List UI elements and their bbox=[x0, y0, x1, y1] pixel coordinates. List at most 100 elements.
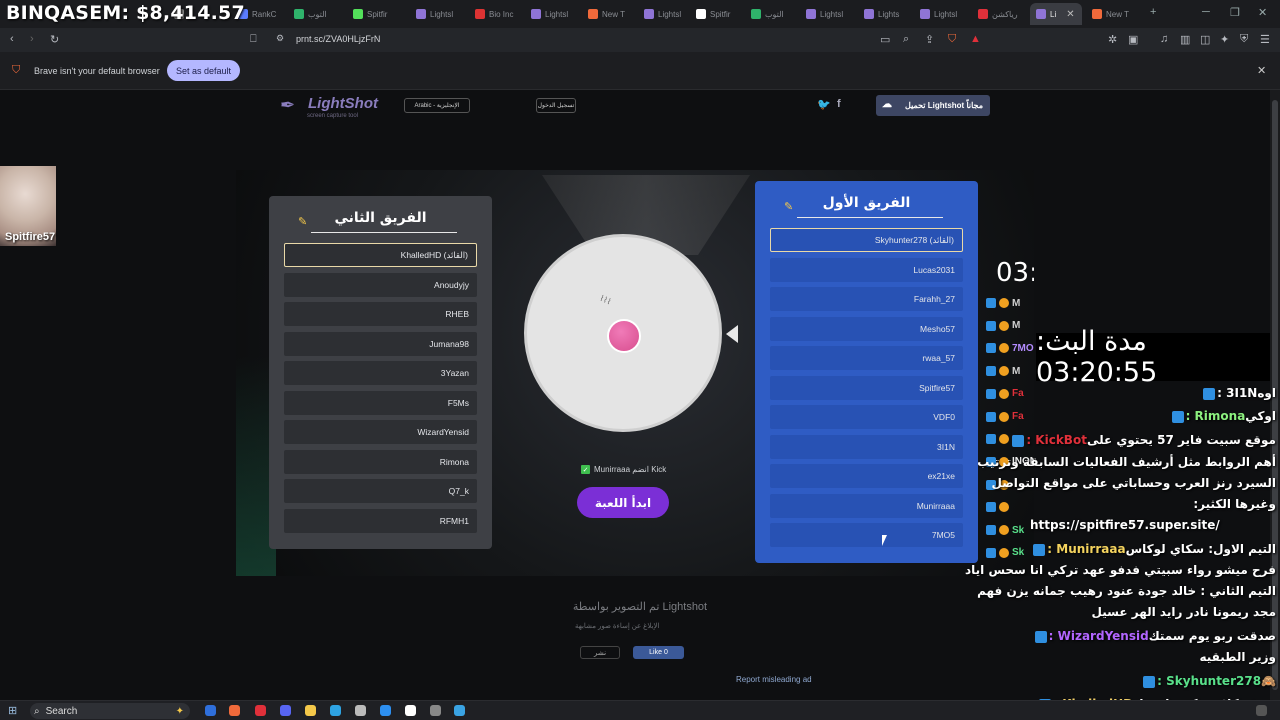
team-two-panel: ✎ الفريق الثاني KhalledHD (القائد) Anoudy… bbox=[269, 196, 492, 549]
app-icon[interactable] bbox=[430, 705, 441, 716]
extensions-icon[interactable]: ✲ bbox=[1108, 33, 1117, 46]
report-links[interactable]: الإبلاغ عن إساءة صور مشابهة bbox=[575, 622, 659, 630]
player-slot[interactable]: KhalledHD (القائد) bbox=[284, 243, 477, 267]
browser-icon[interactable] bbox=[229, 705, 240, 716]
browser-tab[interactable]: Lights bbox=[858, 3, 910, 25]
brave-icon[interactable] bbox=[255, 705, 266, 716]
close-tab-icon[interactable]: ✕ bbox=[1066, 9, 1074, 20]
login-button[interactable]: تسجيل الدخول bbox=[536, 98, 576, 113]
app-icon[interactable] bbox=[454, 705, 465, 716]
site-info-icon[interactable]: ⚙ bbox=[276, 33, 284, 44]
player-slot[interactable]: F5Ms bbox=[284, 390, 477, 415]
player-slot[interactable]: Farahh_27 bbox=[770, 287, 963, 311]
player-slot[interactable]: VDF0 bbox=[770, 405, 963, 429]
browser-tab[interactable]: التوب bbox=[288, 3, 343, 25]
media-icon[interactable]: ♫ bbox=[1160, 33, 1168, 45]
chat-username[interactable]: WizardYensid : bbox=[1049, 629, 1149, 643]
new-tab-icon[interactable]: + bbox=[1150, 6, 1156, 18]
player-slot[interactable]: rwaa_57 bbox=[770, 346, 963, 370]
app-icon[interactable] bbox=[405, 705, 416, 716]
url-field[interactable]: prnt.sc/ZVA0HLjzFrN bbox=[296, 34, 380, 44]
report-ad-link[interactable]: Report misleading ad bbox=[736, 675, 812, 684]
player-slot[interactable]: ex21xe bbox=[770, 464, 963, 488]
chat-username[interactable]: Rimona : bbox=[1186, 409, 1246, 423]
app-icon[interactable] bbox=[330, 705, 341, 716]
player-slot[interactable]: Spitfire57 bbox=[770, 375, 963, 400]
tab-label: رياكشن bbox=[992, 9, 1018, 19]
browser-tab[interactable]: New T bbox=[1086, 3, 1141, 25]
set-default-button[interactable]: Set as default bbox=[167, 60, 240, 81]
back-icon[interactable]: ‹ bbox=[10, 33, 14, 45]
zoom-icon[interactable]: ⌕ bbox=[903, 33, 909, 46]
browser-tab[interactable]: Lightsl bbox=[525, 3, 578, 25]
browser-tab[interactable]: Lightsl bbox=[914, 3, 968, 25]
browser-tab[interactable]: Lightsl bbox=[638, 3, 686, 25]
browser-tab[interactable]: Spitfir bbox=[347, 3, 405, 25]
player-slot[interactable]: 7MO5 bbox=[770, 523, 963, 547]
player-slot[interactable]: RHEB bbox=[284, 302, 477, 326]
app-icon[interactable] bbox=[380, 705, 391, 716]
player-slot[interactable]: Skyhunter278 (القائد) bbox=[770, 228, 963, 252]
discord-icon[interactable] bbox=[280, 705, 291, 716]
browser-tab[interactable]: رياكشن bbox=[972, 3, 1026, 25]
notification-icon[interactable] bbox=[1256, 705, 1267, 716]
app-icon[interactable] bbox=[355, 705, 366, 716]
sidebar-icon[interactable]: ▥ bbox=[1180, 33, 1190, 46]
facebook-icon[interactable]: f bbox=[837, 98, 841, 110]
facebook-like-button[interactable]: Like 0 bbox=[633, 646, 684, 659]
player-slot[interactable]: Q7_k bbox=[284, 479, 477, 503]
chat-username[interactable]: 3I1N : bbox=[1217, 386, 1257, 400]
player-slot[interactable]: 3I1N bbox=[770, 434, 963, 459]
spin-wheel[interactable]: ⌇⌇⌇ bbox=[524, 234, 722, 432]
language-select[interactable]: Arabic - الإنجليزية bbox=[404, 98, 470, 113]
reader-icon[interactable]: ▭ bbox=[880, 33, 890, 46]
forward-icon[interactable]: › bbox=[30, 33, 34, 45]
leo-icon[interactable]: ✦ bbox=[1220, 33, 1229, 46]
vpn-icon[interactable]: ⛨ bbox=[1240, 33, 1248, 46]
chat-username[interactable]: Munirraaa : bbox=[1047, 542, 1125, 556]
bookmark-icon[interactable]: ⎕ bbox=[250, 33, 257, 46]
rewards-icon[interactable]: ▲ bbox=[970, 33, 981, 45]
tab-search-icon[interactable]: ▣ bbox=[1128, 33, 1138, 46]
share-x-button[interactable]: نشر bbox=[580, 646, 620, 659]
close-infobar-icon[interactable]: ✕ bbox=[1257, 64, 1266, 77]
share-icon[interactable]: ⇪ bbox=[925, 33, 934, 46]
close-window-icon[interactable]: ✕ bbox=[1258, 6, 1267, 19]
maximize-icon[interactable]: ❐ bbox=[1230, 6, 1240, 19]
windows-start-icon[interactable]: ⊞ bbox=[8, 704, 17, 717]
wheel-center-button[interactable] bbox=[607, 319, 641, 353]
minimize-icon[interactable]: ─ bbox=[1202, 6, 1210, 18]
twitter-icon[interactable]: 🐦 bbox=[817, 98, 831, 111]
brave-shields-icon[interactable]: ⛉ bbox=[948, 33, 956, 46]
player-slot[interactable]: Jumana98 bbox=[284, 331, 477, 356]
start-game-button[interactable]: ابدأ اللعبة bbox=[577, 487, 669, 518]
player-slot[interactable]: Munirraaa bbox=[770, 493, 963, 518]
folder-icon[interactable] bbox=[305, 705, 316, 716]
player-slot[interactable]: RFMH1 bbox=[284, 508, 477, 533]
browser-tab[interactable]: التوب bbox=[745, 3, 797, 25]
checkbox-icon[interactable]: ✓ bbox=[581, 465, 590, 474]
browser-tab[interactable]: Bio Inc bbox=[469, 3, 521, 25]
player-slot[interactable]: Anoudyjy bbox=[284, 272, 477, 297]
lightshot-logo[interactable]: LightShot bbox=[308, 95, 378, 112]
badge-icon bbox=[999, 525, 1009, 535]
browser-tab[interactable]: New T bbox=[582, 3, 634, 25]
download-button[interactable]: ☁ تحميل Lightshot مجاناً bbox=[876, 95, 990, 116]
player-slot[interactable]: Rimona bbox=[284, 449, 477, 474]
menu-icon[interactable]: ☰ bbox=[1260, 33, 1270, 46]
kick-join-toggle[interactable]: ✓ Munirraaa انضم Kick bbox=[581, 465, 666, 474]
wallet-icon[interactable]: ◫ bbox=[1200, 33, 1210, 46]
chat-username[interactable]: Skyhunter278 : bbox=[1157, 674, 1261, 688]
player-slot[interactable]: WizardYensid bbox=[284, 420, 477, 444]
chat-username[interactable]: KickBot : bbox=[1026, 433, 1087, 447]
player-slot[interactable]: 3Yazan bbox=[284, 361, 477, 385]
browser-tab[interactable]: Lightsl bbox=[410, 3, 465, 25]
browser-tab[interactable]: Li ✕ bbox=[1030, 3, 1082, 25]
browser-tab[interactable]: Spitfir bbox=[690, 3, 742, 25]
browser-tab[interactable]: Lightsl bbox=[800, 3, 854, 25]
player-slot[interactable]: Mesho57 bbox=[770, 316, 963, 341]
taskbar-search[interactable]: ⌕ Search ✦ bbox=[30, 703, 190, 719]
player-slot[interactable]: Lucas2031 bbox=[770, 257, 963, 282]
reload-icon[interactable]: ↻ bbox=[50, 33, 59, 46]
app-icon[interactable] bbox=[205, 705, 216, 716]
